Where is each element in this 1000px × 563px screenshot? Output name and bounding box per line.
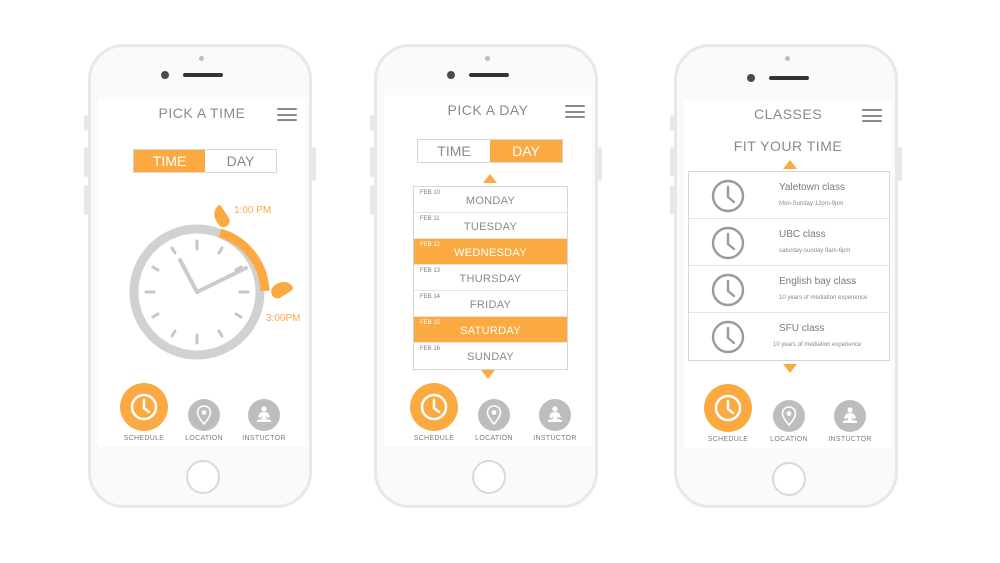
scroll-down-arrow-icon[interactable] [783, 364, 797, 373]
nav-label-location: LOCATION [475, 435, 513, 442]
day-row-thursday[interactable]: FEB 13 THURSDAY [414, 265, 567, 291]
time-day-toggle: TIME DAY [417, 139, 563, 163]
mockup-stage: PICK A TIME TIME DAY 1:00 PM 3:00PM SCHE… [0, 0, 1000, 563]
class-row-yaletown[interactable]: Yaletown class Mon-Sunday 12pm-9pm [689, 172, 889, 219]
phone-frame-pick-day: PICK A DAY TIME DAY FEB 10 MONDAY FEB 11 T… [370, 44, 602, 508]
clock-icon [711, 320, 745, 354]
day-list: FEB 10 MONDAY FEB 11 TUESDAY FEB 12 WEDNESD… [413, 186, 568, 370]
page-title: CLASSES [753, 106, 823, 122]
location-pin-icon [486, 405, 502, 425]
start-time-handle[interactable] [214, 204, 230, 228]
hamburger-menu-icon[interactable] [277, 108, 297, 121]
nav-label-location: LOCATION [185, 435, 223, 442]
nav-label-schedule: SCHEDULE [707, 436, 749, 443]
nav-label-instructor: INSTUCTOR [242, 435, 286, 442]
location-pin-icon [196, 405, 212, 425]
end-time-label: 3:00PM [266, 313, 301, 324]
nav-label-instructor: INSTUCTOR [828, 436, 872, 443]
meditation-person-icon [548, 406, 562, 422]
class-list: Yaletown class Mon-Sunday 12pm-9pm UBC c… [688, 171, 890, 361]
page-subtitle: FIT YOUR TIME [733, 138, 843, 154]
schedule-nav-button[interactable] [120, 383, 168, 431]
clock-icon [130, 393, 158, 421]
location-nav-button[interactable] [478, 399, 510, 431]
nav-location[interactable]: LOCATION [759, 400, 819, 443]
screen-pick-time: PICK A TIME TIME DAY 1:00 PM 3:00PM SCHE… [98, 99, 306, 446]
page-title: PICK A TIME [158, 105, 246, 121]
hamburger-menu-icon[interactable] [565, 105, 585, 118]
nav-label-location: LOCATION [770, 436, 808, 443]
tab-time[interactable]: TIME [418, 140, 490, 162]
phone-frame-pick-time: PICK A TIME TIME DAY 1:00 PM 3:00PM SCHE… [84, 44, 316, 508]
schedule-nav-button[interactable] [410, 383, 458, 431]
class-row-sfu[interactable]: SFU class 10 years of mediation experien… [689, 313, 889, 360]
end-time-handle[interactable] [271, 282, 294, 299]
class-row-ubc[interactable]: UBC class saturday-sunday 9am-6pm [689, 219, 889, 266]
nav-label-instructor: INSTUCTOR [533, 435, 577, 442]
tab-day[interactable]: DAY [205, 150, 276, 172]
phone-frame-classes: CLASSES FIT YOUR TIME Yaletown class Mon… [670, 44, 902, 508]
scroll-up-arrow-icon[interactable] [783, 160, 797, 169]
tab-time[interactable]: TIME [134, 150, 205, 172]
home-button[interactable] [472, 460, 506, 494]
nav-instructor[interactable]: INSTUCTOR [525, 399, 585, 442]
hamburger-menu-icon[interactable] [862, 109, 882, 122]
instructor-nav-button[interactable] [539, 399, 571, 431]
clock-time-picker[interactable] [98, 196, 306, 371]
day-row-monday[interactable]: FEB 10 MONDAY [414, 187, 567, 213]
clock-icon [711, 273, 745, 307]
location-nav-button[interactable] [188, 399, 220, 431]
home-button[interactable] [772, 462, 806, 496]
day-row-friday[interactable]: FEB 14 FRIDAY [414, 291, 567, 317]
meditation-person-icon [843, 407, 857, 423]
nav-label-schedule: SCHEDULE [413, 435, 455, 442]
nav-location[interactable]: LOCATION [464, 399, 524, 442]
location-pin-icon [781, 406, 797, 426]
home-button[interactable] [186, 460, 220, 494]
nav-location[interactable]: LOCATION [174, 399, 234, 442]
schedule-nav-button[interactable] [704, 384, 752, 432]
class-row-english-bay[interactable]: English bay class 10 years of mediation … [689, 266, 889, 313]
nav-instructor[interactable]: INSTUCTOR [234, 399, 294, 442]
meditation-person-icon [257, 406, 271, 422]
screen-pick-day: PICK A DAY TIME DAY FEB 10 MONDAY FEB 11 T… [384, 95, 592, 446]
day-row-tuesday[interactable]: FEB 11 TUESDAY [414, 213, 567, 239]
scroll-up-arrow-icon[interactable] [483, 174, 497, 183]
clock-icon [711, 179, 745, 213]
day-row-saturday[interactable]: FEB 15 SATURDAY [414, 317, 567, 343]
day-row-wednesday[interactable]: FEB 12 WEDNESDAY [414, 239, 567, 265]
scroll-down-arrow-icon[interactable] [481, 370, 495, 379]
instructor-nav-button[interactable] [248, 399, 280, 431]
nav-schedule[interactable]: SCHEDULE [698, 384, 758, 443]
clock-icon [711, 226, 745, 260]
clock-icon [420, 393, 448, 421]
screen-classes: CLASSES FIT YOUR TIME Yaletown class Mon… [684, 101, 892, 448]
tab-day[interactable]: DAY [490, 140, 562, 162]
time-day-toggle: TIME DAY [133, 149, 277, 173]
nav-label-schedule: SCHEDULE [123, 435, 165, 442]
day-row-sunday[interactable]: FEB 16 SUNDAY [414, 343, 567, 369]
clock-icon [714, 394, 742, 422]
nav-schedule[interactable]: SCHEDULE [404, 383, 464, 442]
start-time-label: 1:00 PM [234, 205, 272, 216]
instructor-nav-button[interactable] [834, 400, 866, 432]
nav-schedule[interactable]: SCHEDULE [114, 383, 174, 442]
location-nav-button[interactable] [773, 400, 805, 432]
nav-instructor[interactable]: INSTUCTOR [820, 400, 880, 443]
page-title: PICK A DAY [447, 102, 529, 118]
